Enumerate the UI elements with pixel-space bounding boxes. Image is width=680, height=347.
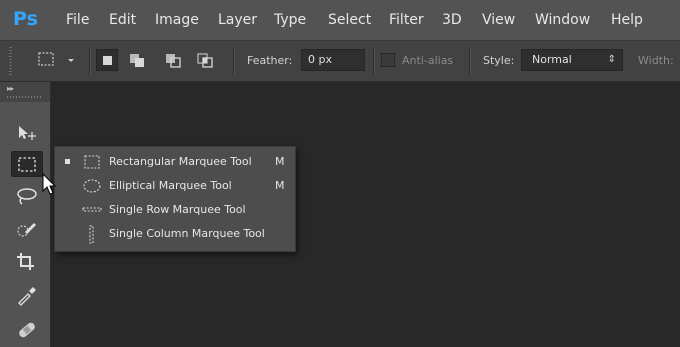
marquee-tool-icon: [18, 157, 36, 172]
photoshop-logo: Ps: [13, 8, 38, 30]
marquee-preset-icon: [38, 52, 54, 66]
feather-label: Feather:: [247, 54, 293, 67]
style-label: Style:: [483, 54, 515, 67]
marquee-tool[interactable]: [11, 151, 43, 177]
menu-select[interactable]: Select: [328, 11, 371, 29]
new-selection-icon: [103, 56, 112, 65]
add-to-selection-button[interactable]: [126, 49, 148, 71]
flyout-item-label: Rectangular Marquee Tool: [109, 155, 252, 168]
crop-tool[interactable]: [11, 248, 43, 274]
crop-tool-icon: [17, 253, 34, 270]
tools-panel-header[interactable]: ▸▸: [0, 82, 50, 102]
menu-image[interactable]: Image: [155, 11, 199, 29]
flyout-item-single-row-marquee[interactable]: Single Row Marquee Tool: [55, 198, 295, 222]
add-to-selection-icon: [130, 54, 144, 67]
separator: [89, 47, 90, 75]
elliptical-marquee-icon: [83, 179, 101, 193]
shortcut-label: M: [275, 179, 285, 192]
flyout-item-label: Single Row Marquee Tool: [109, 203, 246, 216]
tools-panel: ▸▸: [0, 82, 51, 347]
options-bar: Feather: 0 px Anti-alias Style: Normal ⇕…: [0, 41, 680, 82]
rectangular-marquee-icon: [84, 155, 100, 169]
select-arrows-icon: ⇕: [607, 54, 616, 65]
intersect-with-selection-icon: [197, 53, 213, 68]
subtract-from-selection-button[interactable]: [162, 49, 184, 71]
anti-alias-checkbox[interactable]: [381, 53, 395, 67]
quick-selection-tool-icon: [17, 223, 36, 237]
flyout-item-elliptical-marquee[interactable]: Elliptical Marquee Tool M: [55, 174, 295, 198]
new-selection-button[interactable]: [96, 49, 118, 71]
menu-filter[interactable]: Filter: [389, 11, 424, 29]
active-tool-bullet: [65, 159, 70, 164]
menu-file[interactable]: File: [66, 11, 89, 29]
menu-edit[interactable]: Edit: [109, 11, 136, 29]
move-tool[interactable]: [11, 120, 43, 146]
lasso-tool[interactable]: [11, 183, 43, 209]
menu-window[interactable]: Window: [535, 11, 590, 29]
move-tool-icon: [19, 126, 36, 140]
menu-help[interactable]: Help: [611, 11, 643, 29]
feather-input[interactable]: 0 px: [301, 49, 365, 71]
collapse-arrows-icon[interactable]: ▸▸: [7, 84, 14, 93]
options-bar-grip[interactable]: [9, 47, 12, 75]
healing-brush-tool-icon: [19, 322, 35, 338]
quick-selection-tool[interactable]: [11, 216, 43, 242]
subtract-from-selection-icon: [166, 54, 181, 68]
menu-layer[interactable]: Layer: [218, 11, 257, 29]
separator: [469, 47, 470, 75]
separator: [233, 47, 234, 75]
separator: [373, 47, 374, 75]
eyedropper-tool-icon: [18, 287, 36, 306]
intersect-with-selection-button[interactable]: [194, 49, 216, 71]
marquee-tools-flyout: Rectangular Marquee Tool M Elliptical Ma…: [54, 146, 296, 252]
menu-type[interactable]: Type: [274, 11, 306, 29]
shortcut-label: M: [275, 155, 285, 168]
menu-3d[interactable]: 3D: [442, 11, 462, 29]
eyedropper-tool[interactable]: [11, 282, 43, 308]
lasso-tool-icon: [17, 188, 37, 205]
mouse-cursor-icon: [42, 173, 57, 195]
anti-alias-label: Anti-alias: [402, 54, 454, 67]
width-label: Width:: [638, 54, 674, 67]
menu-view[interactable]: View: [482, 11, 515, 29]
flyout-item-label: Single Column Marquee Tool: [109, 227, 265, 240]
flyout-item-single-column-marquee[interactable]: Single Column Marquee Tool: [55, 222, 295, 246]
single-column-marquee-icon: [89, 225, 94, 244]
style-select[interactable]: Normal ⇕: [521, 49, 623, 71]
tool-preset-picker[interactable]: [32, 49, 84, 71]
flyout-item-label: Elliptical Marquee Tool: [109, 179, 232, 192]
chevron-down-icon: [68, 59, 74, 62]
menu-bar: Ps File Edit Image Layer Type Select Fil…: [0, 0, 680, 41]
healing-brush-tool[interactable]: [11, 316, 43, 342]
style-select-value: Normal: [532, 53, 572, 66]
single-row-marquee-icon: [82, 207, 102, 212]
flyout-item-rectangular-marquee[interactable]: Rectangular Marquee Tool M: [55, 150, 295, 174]
panel-grip[interactable]: [7, 96, 41, 98]
